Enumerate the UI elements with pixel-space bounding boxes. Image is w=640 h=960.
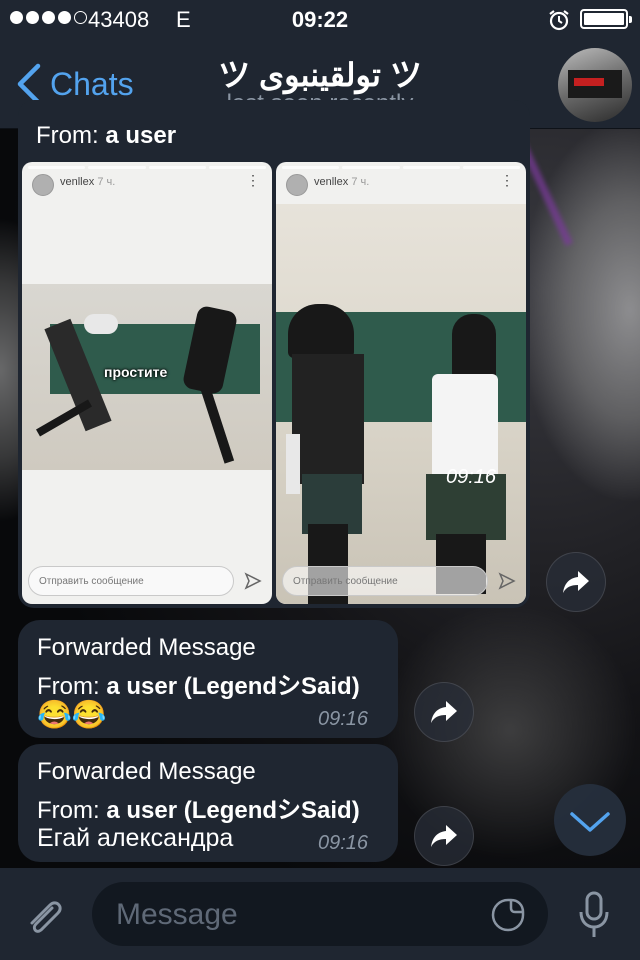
forwarded-label: Forwarded Message: [37, 758, 256, 785]
share-icon: [563, 571, 589, 593]
message-input[interactable]: Message: [92, 882, 548, 946]
message-placeholder: Message: [116, 898, 238, 931]
scroll-down-button[interactable]: [554, 784, 626, 856]
battery-icon: [580, 9, 632, 29]
story-photo: [276, 204, 526, 604]
story-reply-field: Отправить сообщение: [282, 566, 488, 596]
send-icon: [498, 572, 516, 590]
story-reply-field: Отправить сообщение: [28, 566, 234, 596]
story-username: venllex 7 ч.: [314, 176, 370, 188]
share-icon: [431, 825, 457, 847]
message-time: 09:16: [446, 466, 497, 488]
forwarded-message[interactable]: Forwarded Message From: a user (LegendシS…: [18, 744, 398, 862]
chevron-down-icon: [570, 812, 610, 832]
status-bar: 43408 E 09:22: [0, 0, 640, 40]
more-icon: ⋮: [246, 172, 260, 188]
story-avatar: [286, 174, 308, 196]
more-icon: ⋮: [500, 172, 514, 188]
message-from: From: a user (LegendシSaid): [37, 797, 360, 824]
media-message[interactable]: From: a user venllex 7 ч. ⋮ простите Отп…: [18, 100, 530, 608]
sticker-icon[interactable]: [490, 897, 526, 933]
share-button[interactable]: [414, 806, 474, 866]
microphone-icon[interactable]: [574, 890, 614, 940]
message-time: 09:16: [318, 832, 369, 854]
back-label: Chats: [50, 65, 134, 102]
share-button[interactable]: [546, 552, 606, 612]
message-from: From: a user: [36, 122, 177, 149]
forwarded-label: Forwarded Message: [37, 634, 256, 661]
message-from: From: a user (LegendシSaid): [37, 673, 360, 700]
story-screenshot[interactable]: venllex 7 ч. ⋮ простите Отправить сообще…: [22, 162, 272, 604]
message-composer: Message: [0, 868, 640, 960]
avatar[interactable]: [558, 48, 632, 122]
message-text: 😂😂: [37, 699, 107, 730]
send-icon: [244, 572, 262, 590]
status-time: 09:22: [291, 7, 349, 32]
alarm-icon: [549, 10, 569, 31]
paperclip-icon[interactable]: [22, 894, 66, 938]
message-time: 09:16: [318, 708, 369, 730]
story-avatar: [32, 174, 54, 196]
share-button[interactable]: [414, 682, 474, 742]
share-icon: [431, 701, 457, 723]
story-caption: простите: [104, 364, 168, 380]
story-screenshot[interactable]: venllex 7 ч. ⋮ Отправить сообщение: [276, 162, 526, 604]
story-username: venllex 7 ч.: [60, 176, 116, 188]
message-text: Егай александра: [37, 824, 234, 852]
forwarded-message[interactable]: Forwarded Message From: a user (LegendシS…: [18, 620, 398, 738]
